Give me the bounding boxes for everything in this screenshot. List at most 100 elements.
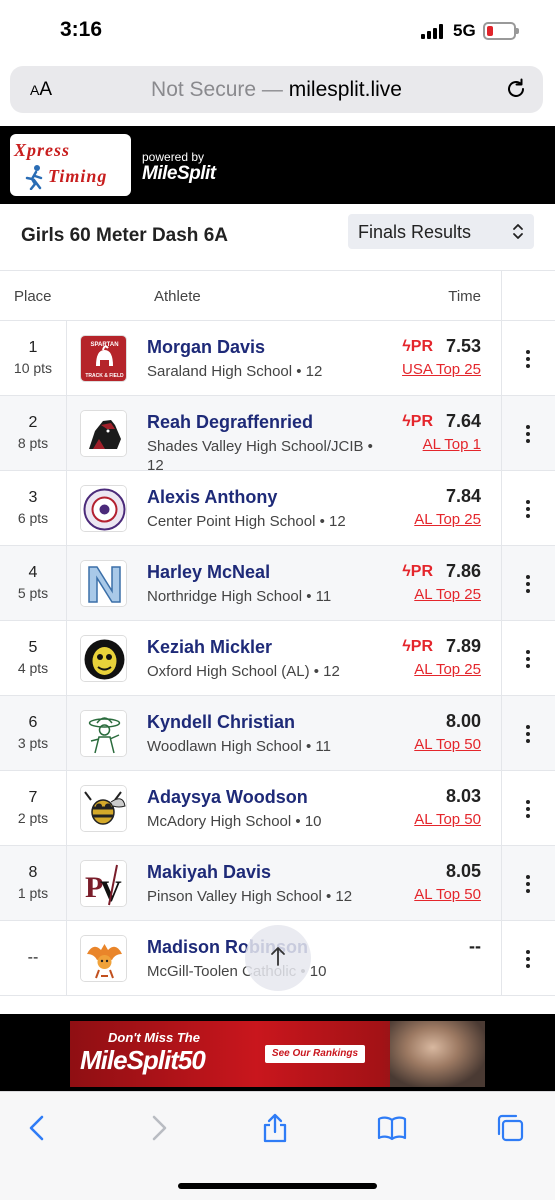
column-time: Time	[448, 288, 481, 305]
network-label: 5G	[453, 21, 476, 40]
table-row[interactable]: 8 1 pts PV Makiyah Davis Pinson Valley High …	[0, 846, 555, 921]
spartan-logo: SPARTAN TRACK & FIELD	[80, 335, 127, 382]
pr-label: PR	[410, 413, 433, 430]
points-value: 1 pts	[17, 885, 49, 901]
northridge-n-logo	[80, 560, 127, 607]
pr-badge: ϟPR	[402, 638, 433, 656]
time-value: 7.89	[445, 636, 481, 656]
school-label: Pinson Valley High School • 12	[147, 888, 353, 905]
table-row[interactable]: 6 3 pts Kyndell Christian Woodlawn High Sch…	[0, 696, 555, 771]
ranking-link[interactable]: AL Top 50	[414, 886, 481, 903]
time-value: 8.03	[445, 786, 481, 806]
tabs-icon[interactable]	[494, 1112, 526, 1144]
points-value: 10 pts	[13, 360, 53, 376]
table-row[interactable]: 2 8 pts Reah Degraffenried Shades Valley Hi…	[0, 396, 555, 474]
school-label: Center Point High School • 12	[147, 513, 346, 530]
athlete-name-link[interactable]: Harley McNeal	[147, 562, 270, 583]
ranking-link[interactable]: AL Top 25	[414, 661, 481, 678]
athlete-name-link[interactable]: Reah Degraffenried	[147, 412, 313, 433]
signal-icon	[421, 24, 443, 39]
athlete-name-link[interactable]: Morgan Davis	[147, 337, 265, 358]
ranking-link[interactable]: AL Top 50	[414, 736, 481, 753]
time-value: 8.05	[445, 861, 481, 881]
more-options-icon[interactable]	[520, 650, 536, 668]
bolt-icon: ϟ	[402, 338, 411, 355]
center-point-logo	[80, 485, 127, 532]
ranking-link[interactable]: AL Top 25	[414, 586, 481, 603]
school-label: Woodlawn High School • 11	[147, 738, 331, 755]
school-label: Shades Valley High School/JCIB • 12	[147, 438, 373, 474]
more-options-icon[interactable]	[520, 800, 536, 818]
more-options-icon[interactable]	[520, 575, 536, 593]
address-bar[interactable]: AA Not Secure — milesplit.live	[10, 66, 543, 113]
athlete-name-link[interactable]: Makiyah Davis	[147, 862, 271, 883]
table-row[interactable]: 3 6 pts Alexis Anthony Center Point High Sc…	[0, 471, 555, 546]
table-row[interactable]: 4 5 pts Harley McNeal Northridge High Schoo…	[0, 546, 555, 621]
scroll-to-top-button[interactable]	[245, 925, 311, 991]
more-options-icon[interactable]	[520, 725, 536, 743]
svg-text:TRACK & FIELD: TRACK & FIELD	[85, 373, 124, 379]
xpress-timing-logo[interactable]: Xpress Timing	[10, 134, 131, 196]
forward-icon[interactable]	[142, 1112, 174, 1144]
not-secure-label: Not Secure —	[151, 78, 289, 101]
time-value: 7.86	[445, 561, 481, 581]
timing-logo-text: Timing	[48, 166, 108, 186]
url-host: milesplit.live	[288, 78, 402, 101]
milesplit50-ad[interactable]: Don't Miss The MileSplit50 See Our Ranki…	[70, 1021, 485, 1087]
runner-icon	[25, 165, 43, 190]
back-icon[interactable]	[22, 1112, 54, 1144]
more-options-icon[interactable]	[520, 425, 536, 443]
ranking-link[interactable]: USA Top 25	[402, 361, 481, 378]
column-athlete: Athlete	[154, 288, 201, 305]
time-value: 7.53	[445, 336, 481, 356]
points-value: 6 pts	[17, 510, 49, 526]
athlete-name-link[interactable]: Keziah Mickler	[147, 637, 272, 658]
athlete-name-link[interactable]: Alexis Anthony	[147, 487, 277, 508]
ranking-link[interactable]: AL Top 25	[414, 511, 481, 528]
athlete-name-link[interactable]: Kyndell Christian	[147, 712, 295, 733]
place-value: 8	[28, 864, 38, 881]
pv-logo: PV	[80, 860, 127, 907]
powered-by-label: powered by	[142, 150, 205, 164]
points-value: 2 pts	[17, 810, 49, 826]
pr-label: PR	[410, 563, 433, 580]
phoenix-logo	[80, 935, 127, 982]
results-select-value: Finals Results	[358, 222, 472, 242]
event-header: Girls 60 Meter Dash 6A Finals Results	[0, 204, 555, 270]
status-time: 3:16	[60, 18, 103, 41]
time-value: --	[469, 936, 481, 956]
share-icon[interactable]	[259, 1112, 291, 1144]
mustang-logo	[80, 410, 127, 457]
ranking-link[interactable]: AL Top 50	[414, 811, 481, 828]
place-value: 4	[28, 564, 38, 581]
url-display[interactable]: Not Secure — milesplit.live	[10, 78, 543, 102]
place-value: 6	[28, 714, 38, 731]
bookmarks-icon[interactable]	[376, 1112, 408, 1144]
hornet-logo	[80, 785, 127, 832]
more-options-icon[interactable]	[520, 350, 536, 368]
pr-badge: ϟPR	[402, 563, 433, 581]
pr-label: PR	[410, 638, 433, 655]
bolt-icon: ϟ	[402, 638, 411, 655]
time-value: 7.84	[445, 486, 481, 506]
more-options-icon[interactable]	[520, 875, 536, 893]
results-select[interactable]: Finals Results	[348, 214, 534, 249]
home-indicator	[178, 1183, 377, 1189]
table-row[interactable]: 5 4 pts Keziah Mickler Oxford High School (…	[0, 621, 555, 696]
time-value: 8.00	[445, 711, 481, 731]
pr-label: PR	[410, 338, 433, 355]
bolt-icon: ϟ	[402, 413, 411, 430]
milesplit-logo[interactable]: MileSplit	[142, 163, 216, 185]
more-options-icon[interactable]	[520, 950, 536, 968]
points-value: 3 pts	[17, 735, 49, 751]
more-options-icon[interactable]	[520, 500, 536, 518]
athlete-name-link[interactable]: Adaysya Woodson	[147, 787, 308, 808]
yellow-jacket-logo	[80, 635, 127, 682]
results-table: Place Athlete Time 1 10 pts SPARTAN TRACK &…	[0, 270, 555, 996]
points-value: 4 pts	[17, 660, 49, 676]
ranking-link[interactable]: AL Top 1	[423, 436, 481, 453]
reload-icon[interactable]	[504, 77, 528, 101]
ad-rankings-button[interactable]: See Our Rankings	[265, 1045, 365, 1063]
table-row[interactable]: 1 10 pts SPARTAN TRACK & FIELD Morgan Davis S…	[0, 321, 555, 396]
table-row[interactable]: 7 2 pts Adaysya Woodson McAdory High School…	[0, 771, 555, 846]
